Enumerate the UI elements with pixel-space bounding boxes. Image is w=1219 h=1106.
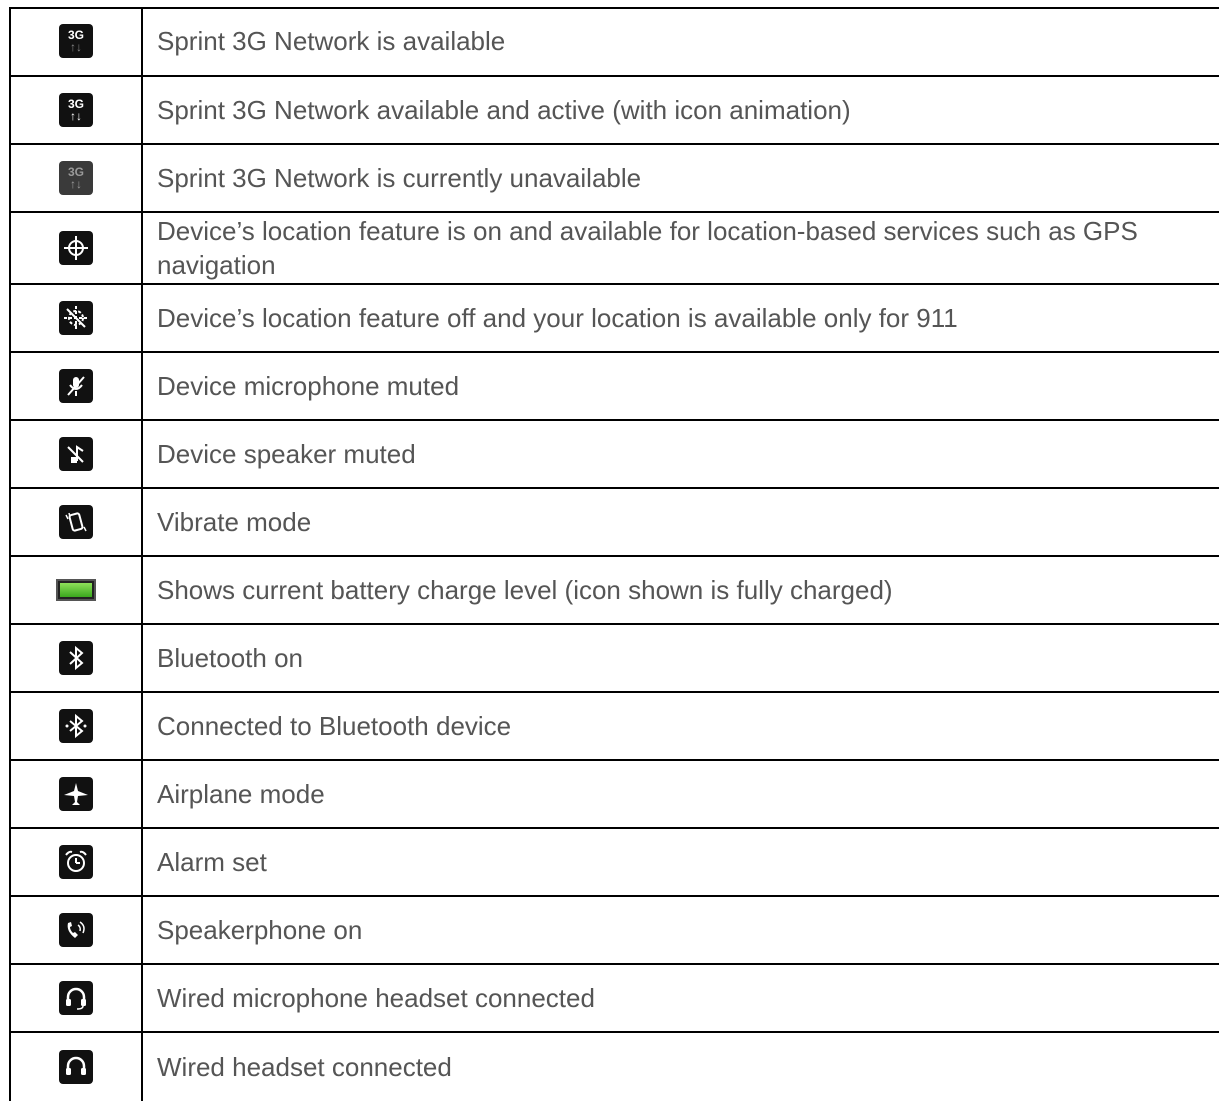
icon-cell: 3G ↑↓ bbox=[9, 7, 143, 75]
3g-active-icon: 3G ↑↓ bbox=[59, 93, 93, 127]
icon-cell: 3G ↑↓ bbox=[9, 77, 143, 143]
speaker-muted-icon bbox=[59, 437, 93, 471]
bluetooth-connected-icon bbox=[59, 709, 93, 743]
table-row: Alarm set bbox=[9, 829, 1219, 897]
table-row: Device speaker muted bbox=[9, 421, 1219, 489]
icon-cell bbox=[9, 285, 143, 351]
row-description: Connected to Bluetooth device bbox=[157, 711, 512, 741]
speakerphone-icon bbox=[59, 913, 93, 947]
table-row: 3G ↑↓ Sprint 3G Network available and ac… bbox=[9, 77, 1219, 145]
row-description: Speakerphone on bbox=[157, 915, 363, 945]
3g-unavailable-icon: 3G ↑↓ bbox=[59, 161, 93, 195]
3g-available-icon: 3G ↑↓ bbox=[59, 24, 93, 58]
icon-cell bbox=[9, 897, 143, 963]
icon-cell bbox=[9, 625, 143, 691]
headset-mic-icon bbox=[59, 981, 93, 1015]
icon-cell bbox=[9, 965, 143, 1031]
icon-cell bbox=[9, 761, 143, 827]
row-description: Wired microphone headset connected bbox=[157, 983, 595, 1013]
icon-cell bbox=[9, 353, 143, 419]
icon-cell bbox=[9, 693, 143, 759]
location-off-icon bbox=[59, 301, 93, 335]
row-description: Vibrate mode bbox=[157, 507, 312, 537]
row-description: Bluetooth on bbox=[157, 643, 304, 673]
row-description: Shows current battery charge level (icon… bbox=[157, 575, 893, 605]
table-row: 3G ↑↓ Sprint 3G Network is currently una… bbox=[9, 145, 1219, 213]
icon-cell bbox=[9, 489, 143, 555]
battery-full-icon bbox=[56, 579, 96, 601]
row-description: Alarm set bbox=[157, 847, 267, 877]
icon-cell bbox=[9, 557, 143, 623]
row-description: Sprint 3G Network is available bbox=[157, 26, 506, 56]
table-row: Wired microphone headset connected bbox=[9, 965, 1219, 1033]
table-row: Connected to Bluetooth device bbox=[9, 693, 1219, 761]
row-description: Device microphone muted bbox=[157, 371, 460, 401]
icon-cell bbox=[9, 421, 143, 487]
location-on-icon bbox=[59, 231, 93, 265]
data-arrows-label: ↑↓ bbox=[70, 109, 82, 123]
table-row: Shows current battery charge level (icon… bbox=[9, 557, 1219, 625]
icon-cell bbox=[9, 829, 143, 895]
headset-icon bbox=[59, 1050, 93, 1084]
row-description: Airplane mode bbox=[157, 779, 325, 809]
icon-cell bbox=[9, 1033, 143, 1101]
table-row: Bluetooth on bbox=[9, 625, 1219, 693]
data-arrows-label: ↑↓ bbox=[70, 177, 82, 191]
vibrate-icon bbox=[59, 505, 93, 539]
row-description: Sprint 3G Network is currently unavailab… bbox=[157, 163, 642, 193]
row-description: Wired headset connected bbox=[157, 1052, 452, 1082]
icon-cell: 3G ↑↓ bbox=[9, 145, 143, 211]
table-row: Wired headset connected bbox=[9, 1033, 1219, 1101]
row-description: Sprint 3G Network available and active (… bbox=[157, 95, 851, 125]
row-description: Device speaker muted bbox=[157, 439, 416, 469]
icon-cell bbox=[9, 213, 143, 283]
status-icons-table: 3G ↑↓ Sprint 3G Network is available 3G … bbox=[9, 7, 1219, 1101]
table-row: Airplane mode bbox=[9, 761, 1219, 829]
bluetooth-on-icon bbox=[59, 641, 93, 675]
table-row: Vibrate mode bbox=[9, 489, 1219, 557]
battery-level-fill bbox=[60, 583, 92, 597]
table-row: 3G ↑↓ Sprint 3G Network is available bbox=[9, 7, 1219, 77]
microphone-muted-icon bbox=[59, 369, 93, 403]
table-row: Device microphone muted bbox=[9, 353, 1219, 421]
table-row: Device’s location feature off and your l… bbox=[9, 285, 1219, 353]
table-row: Speakerphone on bbox=[9, 897, 1219, 965]
row-description: Device’s location feature off and your l… bbox=[157, 303, 958, 333]
alarm-icon bbox=[59, 845, 93, 879]
table-row: Device’s location feature is on and avai… bbox=[9, 213, 1219, 285]
data-arrows-label: ↑↓ bbox=[70, 40, 82, 54]
airplane-icon bbox=[59, 777, 93, 811]
row-description: Device’s location feature is on and avai… bbox=[157, 216, 1138, 280]
